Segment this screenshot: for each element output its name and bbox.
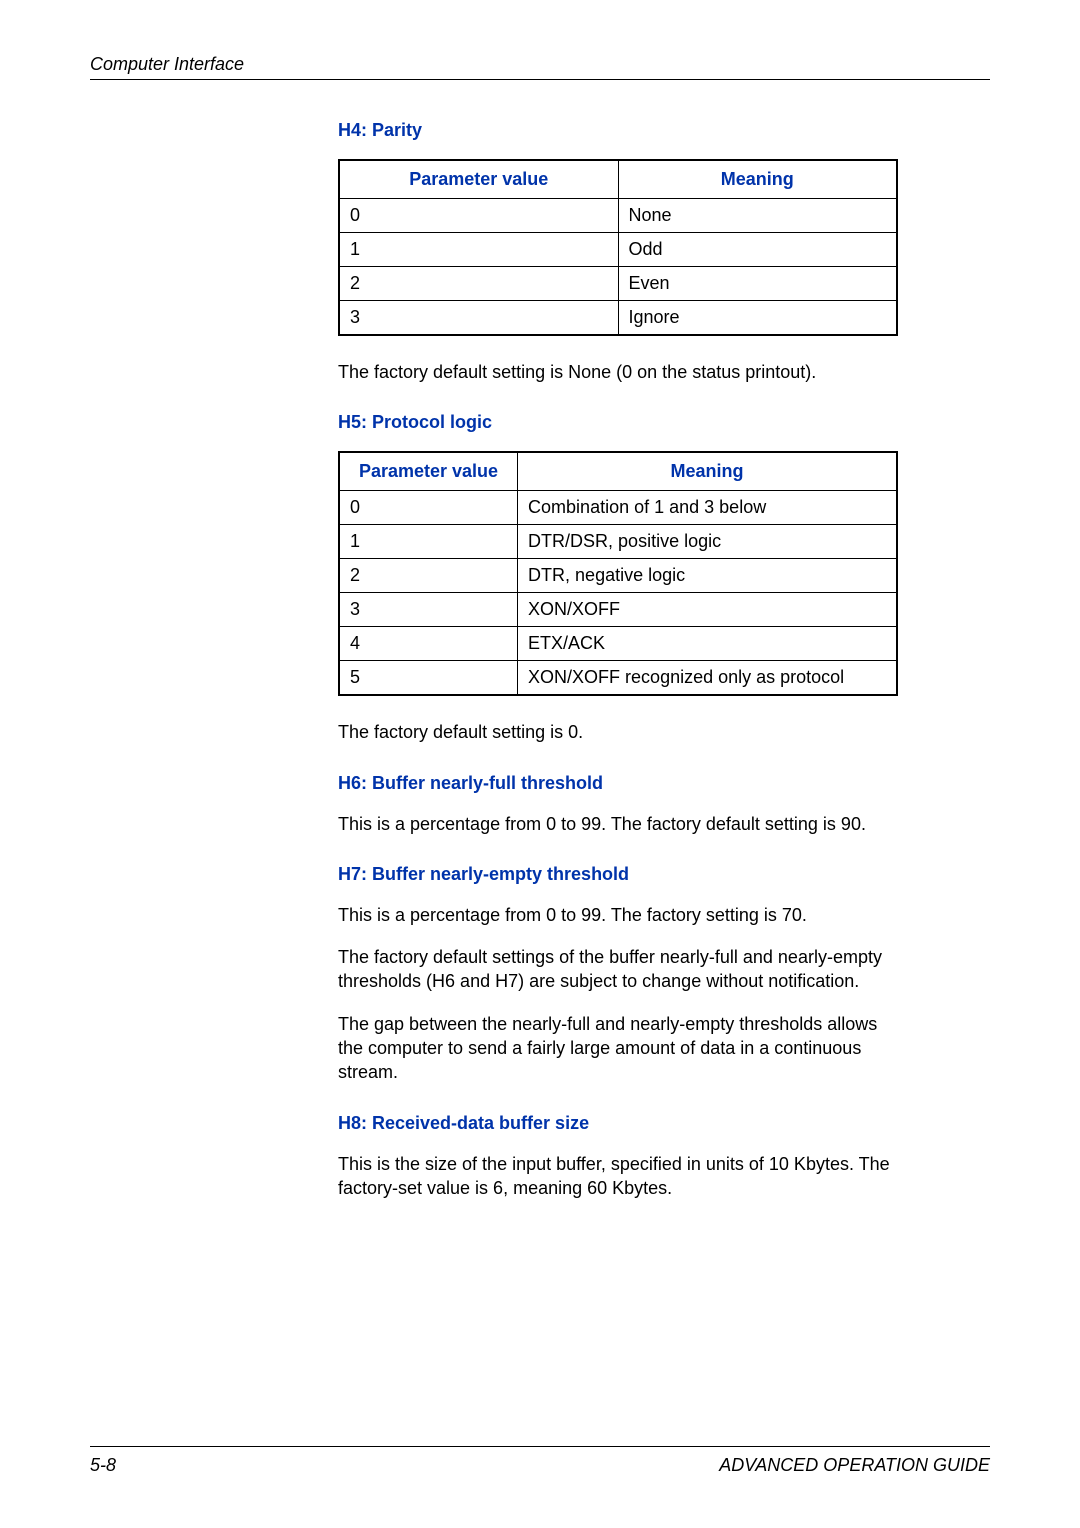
col-param: Parameter value bbox=[339, 452, 518, 491]
cell-param: 2 bbox=[339, 559, 518, 593]
h7-note1: This is a percentage from 0 to 99. The f… bbox=[338, 903, 898, 927]
table-row: 2 DTR, negative logic bbox=[339, 559, 897, 593]
col-param: Parameter value bbox=[339, 160, 618, 199]
page-footer: 5-8 ADVANCED OPERATION GUIDE bbox=[90, 1446, 990, 1476]
cell-param: 0 bbox=[339, 199, 618, 233]
table-row: 0 Combination of 1 and 3 below bbox=[339, 491, 897, 525]
cell-meaning: DTR/DSR, positive logic bbox=[518, 525, 897, 559]
cell-meaning: Ignore bbox=[618, 301, 897, 336]
cell-param: 0 bbox=[339, 491, 518, 525]
protocol-table: Parameter value Meaning 0 Combination of… bbox=[338, 451, 898, 696]
h7-note2: The factory default settings of the buff… bbox=[338, 945, 898, 994]
table-row: 5 XON/XOFF recognized only as protocol bbox=[339, 661, 897, 696]
h8-note: This is the size of the input buffer, sp… bbox=[338, 1152, 898, 1201]
table-row: 0 None bbox=[339, 199, 897, 233]
cell-meaning: XON/XOFF recognized only as protocol bbox=[518, 661, 897, 696]
heading-h7: H7: Buffer nearly-empty threshold bbox=[338, 864, 898, 885]
cell-param: 1 bbox=[339, 233, 618, 267]
page: Computer Interface H4: Parity Parameter … bbox=[0, 0, 1080, 1528]
cell-param: 5 bbox=[339, 661, 518, 696]
h5-note: The factory default setting is 0. bbox=[338, 720, 898, 744]
h7-note3: The gap between the nearly-full and near… bbox=[338, 1012, 898, 1085]
cell-param: 2 bbox=[339, 267, 618, 301]
table-header-row: Parameter value Meaning bbox=[339, 160, 897, 199]
table-row: 3 XON/XOFF bbox=[339, 593, 897, 627]
cell-meaning: Even bbox=[618, 267, 897, 301]
cell-meaning: XON/XOFF bbox=[518, 593, 897, 627]
col-meaning: Meaning bbox=[518, 452, 897, 491]
heading-h6: H6: Buffer nearly-full threshold bbox=[338, 773, 898, 794]
cell-meaning: DTR, negative logic bbox=[518, 559, 897, 593]
table-row: 1 Odd bbox=[339, 233, 897, 267]
table-header-row: Parameter value Meaning bbox=[339, 452, 897, 491]
h6-note: This is a percentage from 0 to 99. The f… bbox=[338, 812, 898, 836]
table-row: 1 DTR/DSR, positive logic bbox=[339, 525, 897, 559]
table-row: 2 Even bbox=[339, 267, 897, 301]
heading-h8: H8: Received-data buffer size bbox=[338, 1113, 898, 1134]
cell-param: 3 bbox=[339, 593, 518, 627]
parity-table: Parameter value Meaning 0 None 1 Odd 2 E… bbox=[338, 159, 898, 336]
guide-title: ADVANCED OPERATION GUIDE bbox=[719, 1455, 990, 1476]
col-meaning: Meaning bbox=[618, 160, 897, 199]
heading-h5: H5: Protocol logic bbox=[338, 412, 898, 433]
cell-meaning: ETX/ACK bbox=[518, 627, 897, 661]
h4-note: The factory default setting is None (0 o… bbox=[338, 360, 898, 384]
cell-param: 3 bbox=[339, 301, 618, 336]
table-row: 4 ETX/ACK bbox=[339, 627, 897, 661]
cell-meaning: None bbox=[618, 199, 897, 233]
heading-h4: H4: Parity bbox=[338, 120, 898, 141]
section-title: Computer Interface bbox=[90, 54, 244, 74]
table-row: 3 Ignore bbox=[339, 301, 897, 336]
cell-param: 4 bbox=[339, 627, 518, 661]
page-number: 5-8 bbox=[90, 1455, 116, 1476]
cell-meaning: Combination of 1 and 3 below bbox=[518, 491, 897, 525]
cell-meaning: Odd bbox=[618, 233, 897, 267]
cell-param: 1 bbox=[339, 525, 518, 559]
page-content: H4: Parity Parameter value Meaning 0 Non… bbox=[338, 120, 898, 1200]
page-header: Computer Interface bbox=[90, 54, 990, 80]
